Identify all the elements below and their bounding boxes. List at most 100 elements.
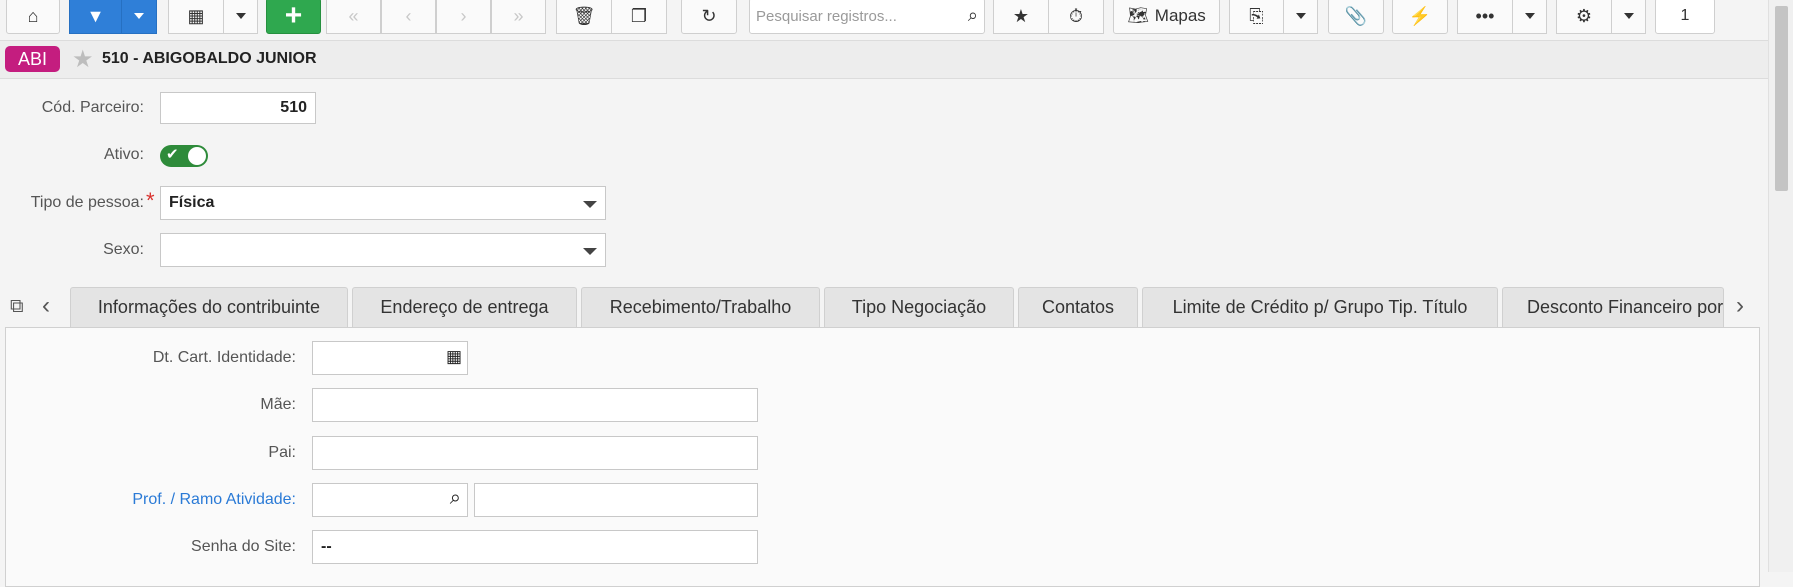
prof-ramo-atividade-label[interactable]: Prof. / Ramo Atividade: (0, 491, 296, 509)
lightning-icon: ⚡ (1408, 5, 1432, 26)
timer-button[interactable]: ⏱ (1048, 0, 1104, 34)
cod-parceiro-value: 510 (280, 99, 307, 116)
tab-contatos[interactable]: Contatos (1018, 287, 1138, 327)
record-badge-label: ABI (17, 48, 47, 69)
chevron-left-icon: ‹ (405, 5, 412, 26)
export-button[interactable]: ⎘ (1229, 0, 1284, 34)
settings-dropdown-button[interactable] (1611, 0, 1646, 34)
chevron-down-icon (235, 13, 246, 19)
check-icon: ✔ (166, 146, 179, 163)
tab-label: Desconto Financeiro por (1527, 297, 1724, 317)
plus-icon: + (284, 0, 303, 32)
home-button[interactable]: ⌂ (6, 0, 60, 34)
attachments-button[interactable]: 📎 (1328, 0, 1384, 34)
grid-view-dropdown-button[interactable] (223, 0, 258, 34)
paperclip-icon: 📎 (1344, 5, 1368, 26)
filter-dropdown-button[interactable] (121, 0, 157, 34)
next-record-button[interactable]: › (436, 0, 491, 34)
maps-label: Mapas (1154, 6, 1206, 25)
filter-button[interactable]: ▼ (69, 0, 122, 34)
chevron-down-icon (1295, 13, 1306, 19)
star-icon[interactable]: ★ (72, 45, 94, 74)
chevron-down-icon (583, 248, 597, 255)
tipo-pessoa-value: Física (169, 194, 215, 211)
actions-button[interactable]: ⚡ (1392, 0, 1448, 34)
chevron-down-icon (1623, 13, 1634, 19)
record-badge: ABI (5, 46, 60, 72)
refresh-button[interactable]: ↻ (681, 0, 737, 34)
more-dots-icon: ••• (1475, 5, 1495, 26)
more-options-dropdown-button[interactable] (1512, 0, 1547, 34)
last-record-button[interactable]: » (491, 0, 546, 34)
record-title: 510 - ABIGOBALDO JUNIOR (102, 50, 317, 67)
add-record-button[interactable]: + (266, 0, 321, 34)
more-options-button[interactable]: ••• (1457, 0, 1513, 34)
tab-desconto-financeiro[interactable]: Desconto Financeiro por (1502, 287, 1724, 327)
duplicate-button[interactable]: ❐ (611, 0, 667, 34)
record-header: ABI ★ 510 - ABIGOBALDO JUNIOR (0, 40, 1768, 79)
senha-site-value: -- (321, 538, 332, 555)
chevron-down-icon (1524, 13, 1535, 19)
cod-parceiro-field[interactable]: 510 (160, 92, 316, 124)
scrollbar-thumb[interactable] (1775, 6, 1788, 191)
senha-site-field[interactable]: -- (312, 530, 758, 564)
windows-icon[interactable]: ⧉ (10, 296, 24, 318)
chevron-down-icon (134, 13, 144, 19)
dt-identidade-field[interactable]: ▦ (312, 341, 468, 375)
favorite-button[interactable]: ★ (993, 0, 1049, 34)
sexo-select[interactable] (160, 233, 606, 267)
trash-icon: 🗑 (572, 5, 596, 26)
tab-tipo-negociacao[interactable]: Tipo Negociação (824, 287, 1014, 327)
tab-informacoes-contribuinte[interactable]: Informações do contribuinte (70, 287, 348, 327)
page-count: 1 (1680, 7, 1690, 24)
pai-label: Pai: (268, 444, 296, 461)
search-input[interactable] (754, 5, 958, 27)
chevron-right-icon: › (460, 5, 467, 26)
tabs-scroll-right-icon[interactable]: › (1736, 292, 1744, 320)
vertical-scrollbar[interactable] (1768, 0, 1793, 572)
export-dropdown-button[interactable] (1283, 0, 1318, 34)
star-icon: ★ (1012, 5, 1030, 26)
chevron-down-icon (583, 201, 597, 208)
mae-label: Mãe: (260, 396, 296, 413)
delete-button[interactable]: 🗑 (556, 0, 612, 34)
tipo-pessoa-select[interactable]: Física (160, 186, 606, 220)
gear-icon: ⚙ (1575, 5, 1593, 26)
search-icon[interactable]: ⌕ (968, 5, 978, 26)
tab-limite-credito[interactable]: Limite de Crédito p/ Grupo Tip. Título (1142, 287, 1498, 327)
tab-label: Tipo Negociação (851, 297, 987, 317)
filter-icon: ▼ (86, 5, 105, 26)
mae-field[interactable] (312, 388, 758, 422)
maps-button[interactable]: 🗺 Mapas (1113, 0, 1220, 34)
calendar-icon[interactable]: ▦ (446, 347, 462, 367)
page-count-badge: 1 (1655, 0, 1715, 34)
main-toolbar: ⌂ ▼ ▦ + « ‹ › » 🗑 ❐ ↻ ⌕ ★ ⏱ 🗺 Mapas ⎘ 📎 … (0, 0, 1768, 40)
ativo-label: Ativo: (103, 146, 144, 163)
search-icon[interactable]: ⌕ (450, 487, 461, 510)
tipo-pessoa-label: Tipo de pessoa: (30, 194, 144, 211)
dt-identidade-label: Dt. Cart. Identidade: (152, 349, 296, 366)
previous-record-button[interactable]: ‹ (381, 0, 436, 34)
double-chevron-left-icon: « (348, 5, 359, 26)
tab-label: Limite de Crédito p/ Grupo Tip. Título (1172, 297, 1468, 317)
tab-label: Contatos (1041, 297, 1115, 317)
tab-endereco-entrega[interactable]: Endereço de entrega (352, 287, 577, 327)
senha-site-label: Senha do Site: (191, 538, 296, 555)
prof-code-field[interactable]: ⌕ (312, 483, 468, 517)
tabs-scroll-left-icon[interactable]: ‹ (42, 292, 50, 320)
ativo-toggle[interactable]: ✔ (160, 145, 208, 167)
stopwatch-icon: ⏱ (1068, 5, 1084, 26)
grid-view-button[interactable]: ▦ (168, 0, 224, 34)
sexo-label: Sexo: (103, 241, 144, 258)
prof-description-field[interactable] (474, 483, 758, 517)
tab-label: Informações do contribuinte (97, 297, 321, 317)
table-icon: ▦ (187, 5, 205, 26)
settings-button[interactable]: ⚙ (1556, 0, 1612, 34)
first-record-button[interactable]: « (326, 0, 381, 34)
map-icon: 🗺 (1127, 6, 1149, 25)
pai-field[interactable] (312, 436, 758, 470)
tab-label: Endereço de entrega (380, 297, 549, 317)
tab-bar: ⧉ ‹ Informações do contribuinte Endereço… (0, 287, 1768, 327)
toggle-knob (188, 147, 206, 165)
tab-recebimento-trabalho[interactable]: Recebimento/Trabalho (581, 287, 820, 327)
